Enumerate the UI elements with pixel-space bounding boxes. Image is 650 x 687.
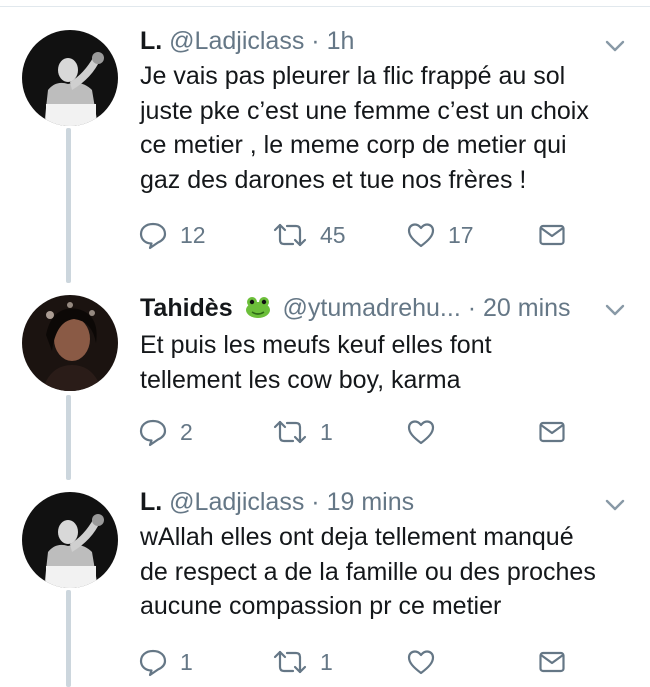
separator: · bbox=[467, 294, 477, 322]
tweet-text-line: de respect a de la famille ou des proche… bbox=[140, 557, 596, 586]
top-divider bbox=[0, 6, 650, 7]
dm-button[interactable] bbox=[538, 647, 566, 677]
dm-icon bbox=[539, 651, 565, 673]
display-name[interactable]: L. bbox=[140, 27, 162, 55]
retweet-count: 1 bbox=[320, 648, 333, 675]
thread-line bbox=[66, 128, 71, 283]
timestamp[interactable]: 20 mins bbox=[483, 294, 571, 322]
dm-icon bbox=[539, 421, 565, 443]
reply-count: 1 bbox=[180, 648, 193, 675]
avatar[interactable] bbox=[22, 295, 118, 391]
reply-icon bbox=[139, 419, 167, 447]
tweet-header: L. @Ladjiclass · 19 mins bbox=[140, 488, 414, 517]
reply-button[interactable]: 12 bbox=[138, 220, 206, 250]
dm-button[interactable] bbox=[538, 220, 566, 250]
like-icon bbox=[407, 650, 435, 675]
thread-line bbox=[66, 395, 71, 480]
retweet-button[interactable]: 45 bbox=[272, 220, 346, 250]
retweet-icon bbox=[273, 420, 307, 444]
dm-button[interactable] bbox=[538, 417, 566, 447]
tweet-text: wAllah elles ont deja tellement manqué d… bbox=[140, 520, 640, 624]
timestamp[interactable]: 19 mins bbox=[327, 488, 415, 516]
chevron-down-icon[interactable] bbox=[605, 39, 625, 53]
user-handle[interactable]: @Ladjiclass bbox=[169, 27, 304, 55]
retweet-icon bbox=[273, 650, 307, 674]
like-button[interactable]: 17 bbox=[406, 220, 474, 250]
reply-button[interactable]: 1 bbox=[138, 647, 193, 677]
retweet-button[interactable]: 1 bbox=[272, 647, 333, 677]
user-handle[interactable]: @ytumadrehu... bbox=[283, 294, 461, 322]
dm-icon bbox=[539, 224, 565, 246]
tweet-actions: 12 45 17 bbox=[138, 220, 638, 250]
separator: · bbox=[311, 27, 320, 55]
tweet-text-line: wAllah elles ont deja tellement manqué bbox=[140, 523, 574, 551]
reply-count: 2 bbox=[180, 418, 193, 445]
tweet-text-line: gaz des darones et tue nos frères ! bbox=[140, 165, 527, 194]
chevron-down-icon[interactable] bbox=[605, 498, 625, 512]
reply-icon bbox=[139, 222, 167, 250]
like-count: 17 bbox=[448, 221, 474, 248]
avatar[interactable] bbox=[22, 30, 118, 126]
display-name[interactable]: Tahidès bbox=[140, 294, 233, 322]
tweet-actions: 2 1 bbox=[138, 417, 638, 447]
tweet-text-line: aucune compassion pr ce metier bbox=[140, 592, 502, 620]
tweet-text: Et puis les meufs keuf elles font tellem… bbox=[140, 328, 640, 397]
reply-button[interactable]: 2 bbox=[138, 417, 193, 447]
like-button[interactable] bbox=[406, 417, 448, 447]
retweet-count: 45 bbox=[320, 221, 346, 248]
tweet-text-line: Et puis les meufs keuf elles font bbox=[140, 331, 492, 359]
like-icon bbox=[407, 420, 435, 445]
tweet-text-line: Je vais pas pleurer la flic frappé au so… bbox=[140, 62, 566, 90]
timestamp[interactable]: 1h bbox=[327, 27, 355, 55]
tweet-text-line: tellement les cow boy, karma bbox=[140, 365, 461, 394]
reply-count: 12 bbox=[180, 221, 206, 248]
thread-line bbox=[66, 590, 71, 687]
tweet-header: L. @Ladjiclass · 1h bbox=[140, 27, 354, 56]
like-icon bbox=[407, 223, 435, 248]
separator: · bbox=[311, 488, 320, 516]
retweet-count: 1 bbox=[320, 418, 333, 445]
like-button[interactable] bbox=[406, 647, 448, 677]
retweet-icon bbox=[273, 223, 307, 247]
tweet-text: Je vais pas pleurer la flic frappé au so… bbox=[140, 59, 640, 197]
tweet-header: Tahidès @ytumadrehu... · 20 mins bbox=[140, 294, 571, 323]
tweet-text-line: ce metier , le meme corp de metier qui bbox=[140, 131, 567, 159]
tweet-actions: 1 1 bbox=[138, 647, 638, 677]
user-handle[interactable]: @Ladjiclass bbox=[169, 488, 304, 516]
tweet-text-line: juste pke c’est une femme c’est un choix bbox=[140, 96, 589, 125]
retweet-button[interactable]: 1 bbox=[272, 417, 333, 447]
reply-icon bbox=[139, 649, 167, 677]
frog-emoji bbox=[245, 297, 270, 318]
chevron-down-icon[interactable] bbox=[605, 303, 625, 317]
display-name[interactable]: L. bbox=[140, 488, 162, 516]
avatar[interactable] bbox=[22, 492, 118, 588]
